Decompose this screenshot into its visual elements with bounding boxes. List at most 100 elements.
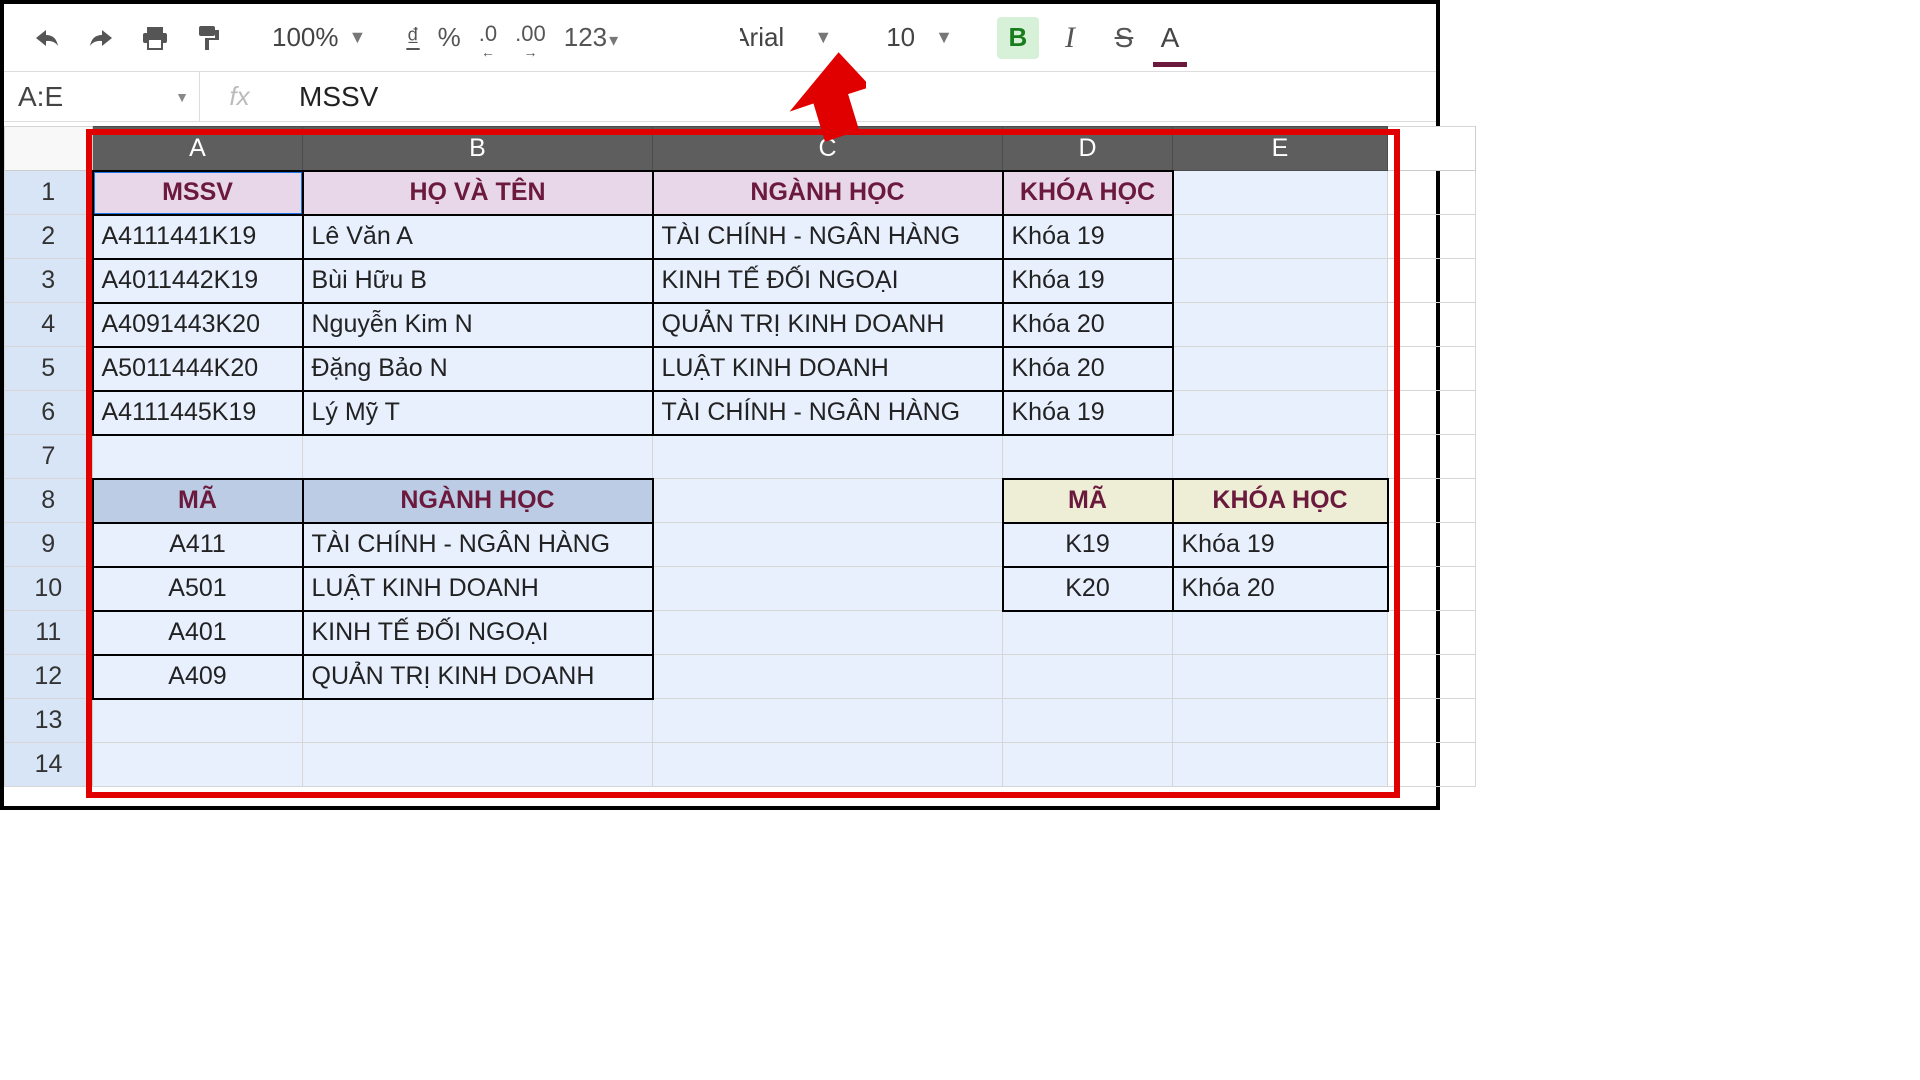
cell-D5[interactable]: Khóa 20 [1003,347,1173,391]
cell[interactable] [1388,479,1476,523]
bold-button[interactable]: B [997,17,1039,59]
cell-B4[interactable]: Nguyễn Kim N [303,303,653,347]
cell[interactable] [1388,743,1476,787]
cell-B5[interactable]: Đặng Bảo N [303,347,653,391]
cell-B14[interactable] [303,743,653,787]
cell-B6[interactable]: Lý Mỹ T [303,391,653,435]
strikethrough-button[interactable]: S [1101,15,1147,61]
cell-D13[interactable] [1003,699,1173,743]
text-color-button[interactable]: A [1155,15,1185,61]
cell-A14[interactable] [93,743,303,787]
cell-B7[interactable] [303,435,653,479]
cell-A5[interactable]: A5011444K20 [93,347,303,391]
font-size-dropdown[interactable]: 10 ▼ [876,22,963,53]
col-header-B[interactable]: B [303,127,653,171]
cell-E14[interactable] [1173,743,1388,787]
decrease-decimal-button[interactable]: .0← [479,17,497,59]
currency-button[interactable]: ₫ [406,22,419,53]
select-all-corner[interactable] [5,127,93,171]
cell-C4[interactable]: QUẢN TRỊ KINH DOANH [653,303,1003,347]
cell-A9[interactable]: A411 [93,523,303,567]
cell-A3[interactable]: A4011442K19 [93,259,303,303]
cell-A10[interactable]: A501 [93,567,303,611]
paint-format-button[interactable] [186,15,232,61]
cell-E2[interactable] [1173,215,1388,259]
cell-B3[interactable]: Bùi Hữu B [303,259,653,303]
print-button[interactable] [132,15,178,61]
row-header[interactable]: 4 [5,303,93,347]
cell[interactable] [1388,215,1476,259]
increase-decimal-button[interactable]: .00→ [515,17,546,59]
row-header[interactable]: 10 [5,567,93,611]
cell-A2[interactable]: A4111441K19 [93,215,303,259]
cell-D6[interactable]: Khóa 19 [1003,391,1173,435]
redo-button[interactable] [78,15,124,61]
row-header[interactable]: 12 [5,655,93,699]
row-header[interactable]: 5 [5,347,93,391]
cell-C9[interactable] [653,523,1003,567]
undo-button[interactable] [24,15,70,61]
cell-A13[interactable] [93,699,303,743]
cell-C14[interactable] [653,743,1003,787]
cell-E10[interactable]: Khóa 20 [1173,567,1388,611]
font-family-dropdown[interactable]: Arial ▼ [682,22,842,53]
cell-E6[interactable] [1173,391,1388,435]
row-header[interactable]: 9 [5,523,93,567]
cell-E12[interactable] [1173,655,1388,699]
cell-C7[interactable] [653,435,1003,479]
cell-C1[interactable]: NGÀNH HỌC [653,171,1003,215]
cell[interactable] [1388,611,1476,655]
cell[interactable] [1388,567,1476,611]
cell-C8[interactable] [653,479,1003,523]
cell-D8[interactable]: MÃ [1003,479,1173,523]
row-header[interactable]: 13 [5,699,93,743]
col-header-C[interactable]: C [653,127,1003,171]
cell-C12[interactable] [653,655,1003,699]
cell-E4[interactable] [1173,303,1388,347]
cell-E8[interactable]: KHÓA HỌC [1173,479,1388,523]
cell[interactable] [1388,391,1476,435]
cell-C10[interactable] [653,567,1003,611]
cell[interactable] [1388,347,1476,391]
cell-D11[interactable] [1003,611,1173,655]
cell-C6[interactable]: TÀI CHÍNH - NGÂN HÀNG [653,391,1003,435]
cell-E11[interactable] [1173,611,1388,655]
cell-A7[interactable] [93,435,303,479]
cell-D3[interactable]: Khóa 19 [1003,259,1173,303]
name-box[interactable]: A:E ▼ [4,72,199,121]
col-header-E[interactable]: E [1173,127,1388,171]
cell[interactable] [1388,303,1476,347]
cell[interactable] [1388,171,1476,215]
cell[interactable] [1388,523,1476,567]
cell-E13[interactable] [1173,699,1388,743]
cell[interactable] [1388,699,1476,743]
cell-A11[interactable]: A401 [93,611,303,655]
cell-E9[interactable]: Khóa 19 [1173,523,1388,567]
cell[interactable] [1388,259,1476,303]
number-format-dropdown[interactable]: 123▾ [564,22,618,53]
row-header[interactable]: 8 [5,479,93,523]
cell-E1[interactable] [1173,171,1388,215]
cell-A4[interactable]: A4091443K20 [93,303,303,347]
cell[interactable] [1388,655,1476,699]
cell-A6[interactable]: A4111445K19 [93,391,303,435]
col-header-A[interactable]: A [93,127,303,171]
row-header[interactable]: 14 [5,743,93,787]
cell-E7[interactable] [1173,435,1388,479]
grid[interactable]: A B C D E 1 MSSV HỌ VÀ TÊN NGÀNH HỌC KHÓ… [4,126,1436,806]
cell-D4[interactable]: Khóa 20 [1003,303,1173,347]
zoom-dropdown[interactable]: 100% ▼ [266,22,372,53]
cell-D1[interactable]: KHÓA HỌC [1003,171,1173,215]
cell-B10[interactable]: LUẬT KINH DOANH [303,567,653,611]
col-header-D[interactable]: D [1003,127,1173,171]
formula-input[interactable]: MSSV [279,72,1436,121]
cell-D10[interactable]: K20 [1003,567,1173,611]
cell-D7[interactable] [1003,435,1173,479]
row-header[interactable]: 3 [5,259,93,303]
cell-E3[interactable] [1173,259,1388,303]
cell-E5[interactable] [1173,347,1388,391]
cell-B11[interactable]: KINH TẾ ĐỐI NGOẠI [303,611,653,655]
row-header[interactable]: 6 [5,391,93,435]
row-header[interactable]: 1 [5,171,93,215]
cell-A12[interactable]: A409 [93,655,303,699]
